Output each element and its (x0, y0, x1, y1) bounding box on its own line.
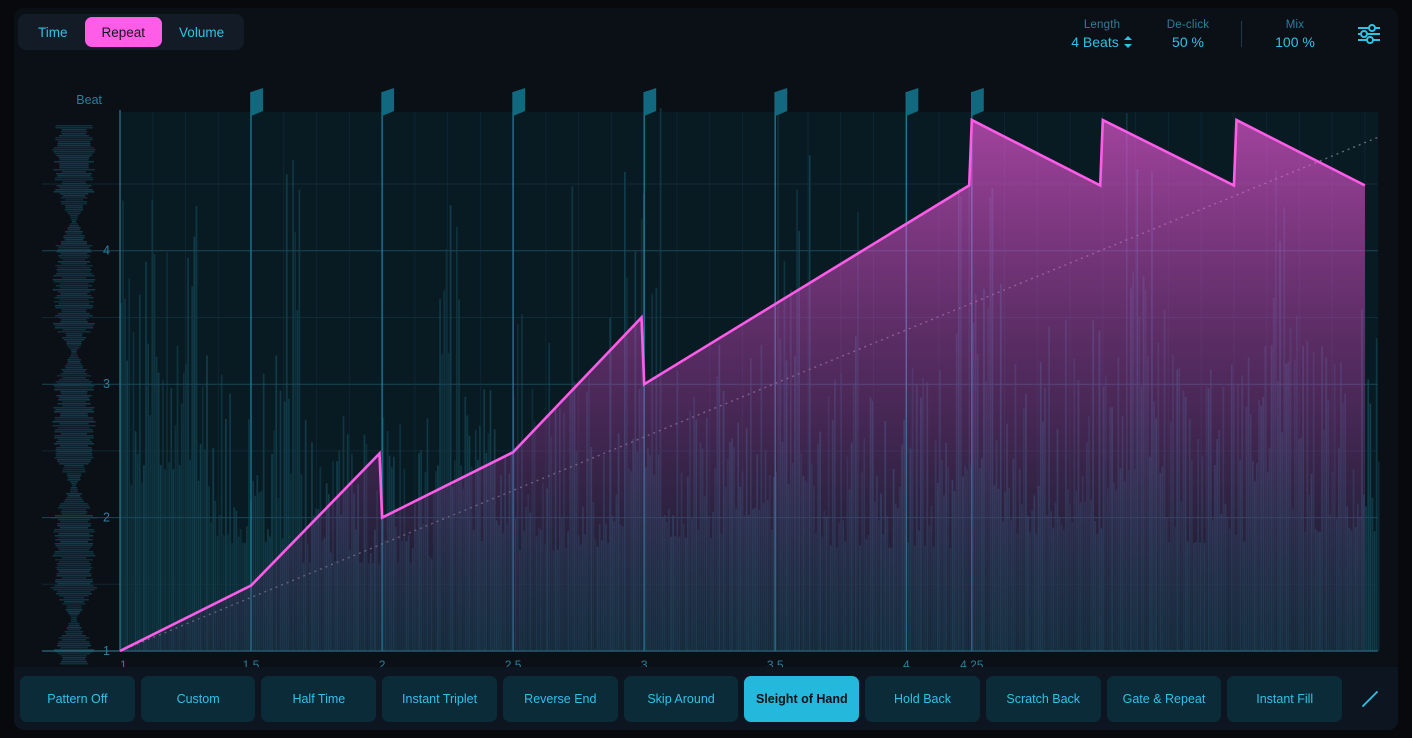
tab-time[interactable]: Time (21, 17, 85, 47)
preset-label: Hold Back (894, 692, 951, 706)
param-mix-label: Mix (1286, 19, 1305, 31)
param-mix-value[interactable]: 100 % (1275, 34, 1315, 50)
preset-label: Pattern Off (47, 692, 107, 706)
param-divider (1241, 21, 1242, 47)
preset-reverse-end[interactable]: Reverse End (503, 676, 618, 722)
preset-hold-back[interactable]: Hold Back (865, 676, 980, 722)
preset-label: Custom (177, 692, 220, 706)
preset-label: Instant Fill (1256, 692, 1313, 706)
param-length[interactable]: Length 4 Beats (1059, 19, 1145, 50)
y-tick-label: 4 (103, 244, 110, 258)
preset-skip-around[interactable]: Skip Around (624, 676, 739, 722)
sliders-icon[interactable] (1350, 15, 1388, 53)
y-tick-label: 2 (103, 511, 110, 525)
tab-label: Repeat (102, 25, 146, 40)
tab-label: Time (38, 25, 68, 40)
preset-label: Reverse End (524, 692, 596, 706)
param-mix[interactable]: Mix 100 % (1252, 19, 1338, 50)
y-tick-label: 3 (103, 377, 110, 391)
top-toolbar: Time Repeat Volume Length 4 Beats De-click… (14, 8, 1398, 60)
preset-bar: Pattern Off Custom Half Time Instant Triple… (14, 667, 1398, 730)
param-declick-label: De-click (1167, 19, 1210, 31)
preset-label: Scratch Back (1006, 692, 1080, 706)
preset-instant-fill[interactable]: Instant Fill (1227, 676, 1342, 722)
app-root: Time Repeat Volume Length 4 Beats De-click… (0, 0, 1412, 738)
preset-gate-repeat[interactable]: Gate & Repeat (1107, 676, 1222, 722)
param-length-value[interactable]: 4 Beats (1071, 34, 1132, 50)
param-length-text: 4 Beats (1071, 34, 1118, 50)
param-declick-text: 50 % (1172, 34, 1204, 50)
tab-label: Volume (179, 25, 224, 40)
preset-label: Gate & Repeat (1123, 692, 1206, 706)
plugin-window: Time Repeat Volume Length 4 Beats De-click… (14, 8, 1398, 730)
param-declick[interactable]: De-click 50 % (1145, 19, 1231, 50)
parameter-group: Length 4 Beats De-click 50 % Mix (1059, 11, 1388, 57)
preset-sleight-of-hand[interactable]: Sleight of Hand (744, 676, 859, 722)
param-mix-text: 100 % (1275, 34, 1315, 50)
param-declick-value[interactable]: 50 % (1172, 34, 1204, 50)
y-tick-label: 1 (103, 644, 110, 658)
preset-label: Instant Triplet (402, 692, 477, 706)
y-axis-title: Beat (76, 93, 102, 107)
preset-pattern-off[interactable]: Pattern Off (20, 676, 135, 722)
pattern-graph-canvas[interactable]: Beat123411.522.533.544.25 (14, 60, 1398, 675)
stepper-icon[interactable] (1124, 36, 1133, 48)
param-length-label: Length (1084, 19, 1120, 31)
pencil-icon[interactable] (1348, 676, 1392, 722)
pattern-graph[interactable]: Beat123411.522.533.544.25 (14, 60, 1398, 675)
preset-label: Sleight of Hand (756, 692, 848, 706)
preset-label: Half Time (292, 692, 345, 706)
preset-half-time[interactable]: Half Time (261, 676, 376, 722)
tab-volume[interactable]: Volume (162, 17, 241, 47)
tab-repeat[interactable]: Repeat (85, 17, 163, 47)
preset-custom[interactable]: Custom (141, 676, 256, 722)
preset-label: Skip Around (647, 692, 714, 706)
preset-instant-triplet[interactable]: Instant Triplet (382, 676, 497, 722)
preset-scratch-back[interactable]: Scratch Back (986, 676, 1101, 722)
mode-segmented-control: Time Repeat Volume (18, 14, 244, 50)
